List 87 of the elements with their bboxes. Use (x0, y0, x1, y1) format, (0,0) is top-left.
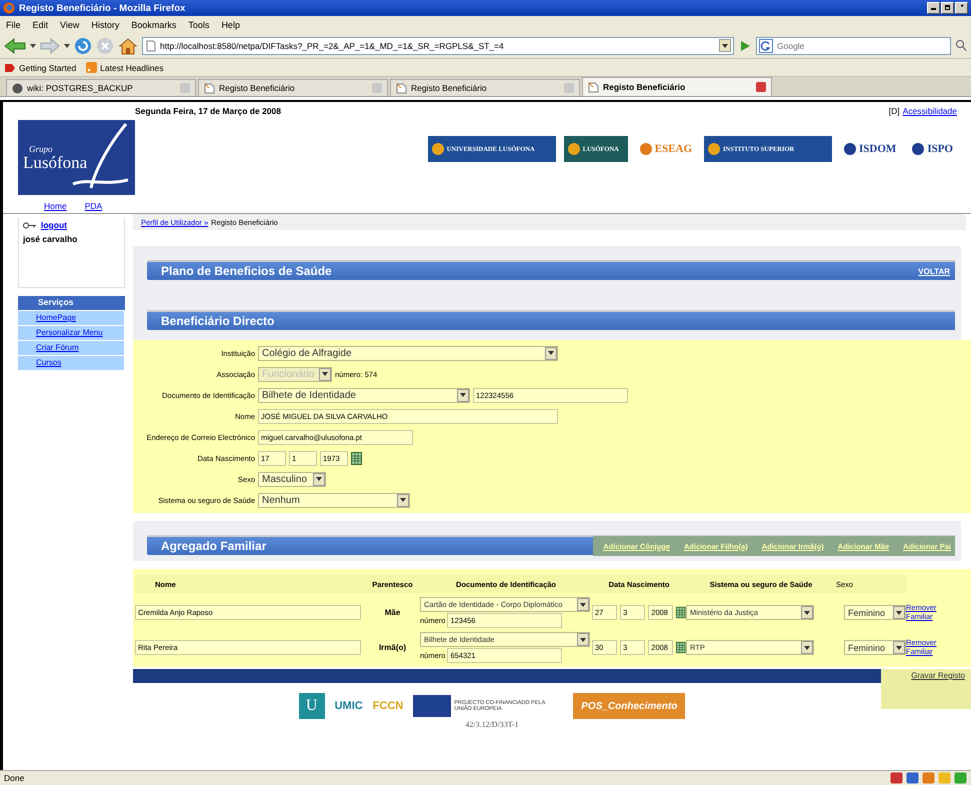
logo-text: Grupo (28, 144, 54, 154)
menu-item[interactable]: Criar Fórum (18, 341, 124, 355)
section-title: Agregado Familiar (161, 539, 266, 553)
dropdown[interactable]: Bilhete de Identidade (258, 388, 470, 402)
dropdown[interactable]: Nenhum (258, 492, 410, 508)
page-icon (396, 82, 407, 94)
dropdown-arrow-icon[interactable] (30, 44, 36, 48)
caret-icon (801, 641, 813, 654)
caret-icon (457, 388, 469, 402)
address-bar[interactable]: http://localhost:8580/netpa/DIFTasks?_PR_=2&_AP_=1&_MD_=1&_SR_=RGPLS&_ST_=4 (142, 36, 734, 54)
browser-tab[interactable]: Registo Beneficiário (390, 79, 580, 96)
bookmark-link[interactable]: Getting Started (4, 62, 76, 73)
menu-item[interactable]: File (6, 20, 21, 30)
calendar-icon[interactable] (351, 452, 362, 464)
accessibility-link[interactable]: Acessibilidade (902, 106, 957, 116)
section-title: Beneficiário Directo (161, 314, 274, 328)
menu-item[interactable]: HomePage (18, 311, 124, 325)
menu-item[interactable]: Tools (188, 20, 210, 30)
logo-text: Lusófona (23, 154, 88, 170)
caret-icon (545, 346, 557, 360)
calendar-icon[interactable] (676, 606, 686, 619)
key-icon (23, 222, 37, 228)
access-key: [D] (888, 106, 900, 116)
feed-icon (86, 62, 98, 73)
browser-tab[interactable]: Registo Beneficiário (582, 77, 772, 96)
bookmark-icon (4, 62, 16, 73)
menu-item[interactable]: History (91, 20, 120, 30)
sponsor-logo: U (298, 693, 325, 719)
status-text: Done (4, 773, 24, 783)
partner-logo: ISPO (908, 136, 957, 162)
dropdown[interactable]: Masculino (258, 472, 326, 486)
sponsor-logo: FCCN (372, 699, 404, 714)
calendar-icon[interactable] (676, 641, 686, 654)
caret-icon (577, 598, 589, 611)
window-title: Registo Beneficiário - Mozilla Firefox (19, 2, 186, 14)
minimize-button[interactable] (927, 2, 940, 14)
browser-tab[interactable]: Registo Beneficiário (198, 79, 388, 96)
caret-icon (313, 472, 325, 486)
caret-icon (397, 494, 409, 506)
caret-icon (719, 39, 731, 52)
menu-item[interactable]: View (60, 20, 80, 30)
home-icon[interactable] (118, 36, 138, 54)
caret-icon (893, 606, 905, 619)
relation-text: Irmã(o) (378, 642, 408, 654)
caret-icon (801, 606, 813, 619)
menu-item[interactable]: Personalizar Menu (18, 326, 124, 340)
partner-logo: ESEAG (636, 136, 696, 162)
nav-link[interactable]: PDA (84, 201, 102, 211)
menu-item[interactable]: Cursos (18, 356, 124, 370)
close-button[interactable] (955, 2, 968, 14)
sponsor-logo: UMIC (334, 699, 363, 714)
menu-header: Serviços (18, 296, 125, 310)
dropdown[interactable]: Feminino (844, 640, 906, 655)
close-icon[interactable] (756, 82, 766, 92)
sponsor-logo: POS_Conhecimento (573, 693, 686, 719)
search-icon[interactable] (955, 38, 967, 52)
section-title: Plano de Beneficios de Saúde (161, 264, 332, 278)
back-link[interactable]: VOLTAR (918, 266, 955, 276)
wiki-icon (12, 82, 23, 94)
browser-tab[interactable]: wiki: POSTGRES_BACKUP (6, 79, 196, 96)
dropdown[interactable]: Colégio de Alfragide (258, 346, 558, 360)
bookmark-link[interactable]: Latest Headlines (86, 62, 164, 73)
go-icon[interactable] (738, 38, 752, 52)
page-icon (204, 82, 215, 94)
reload-icon[interactable] (74, 36, 92, 54)
page-icon (146, 40, 156, 52)
nav-link[interactable]: Home (44, 201, 67, 211)
back-icon[interactable] (4, 36, 26, 54)
page-icon (588, 82, 599, 92)
dropdown[interactable]: Feminino (844, 605, 906, 620)
dropdown-arrow-icon[interactable] (64, 44, 70, 48)
caret-icon (577, 633, 589, 646)
maximize-button[interactable] (941, 2, 954, 14)
date-text: Segunda Feira, 17 de Março de 2008 (135, 106, 281, 116)
menu-item[interactable]: Help (221, 20, 240, 30)
logout-link[interactable]: logout (41, 220, 67, 230)
menu-item[interactable]: Bookmarks (131, 20, 176, 30)
save-link[interactable]: Gravar Registo (881, 669, 971, 709)
reference-code: 42/3.12/D/33T-1 (465, 720, 519, 729)
relation-text: Mãe (384, 607, 402, 619)
partner-logo: ISDOM (840, 136, 900, 162)
caret-icon (893, 641, 905, 654)
search-field[interactable]: Google (756, 36, 951, 54)
caret-icon (319, 368, 331, 380)
menu-item[interactable]: Edit (32, 20, 48, 30)
google-icon[interactable] (759, 38, 773, 52)
user-name: josé carvalho (23, 234, 78, 244)
